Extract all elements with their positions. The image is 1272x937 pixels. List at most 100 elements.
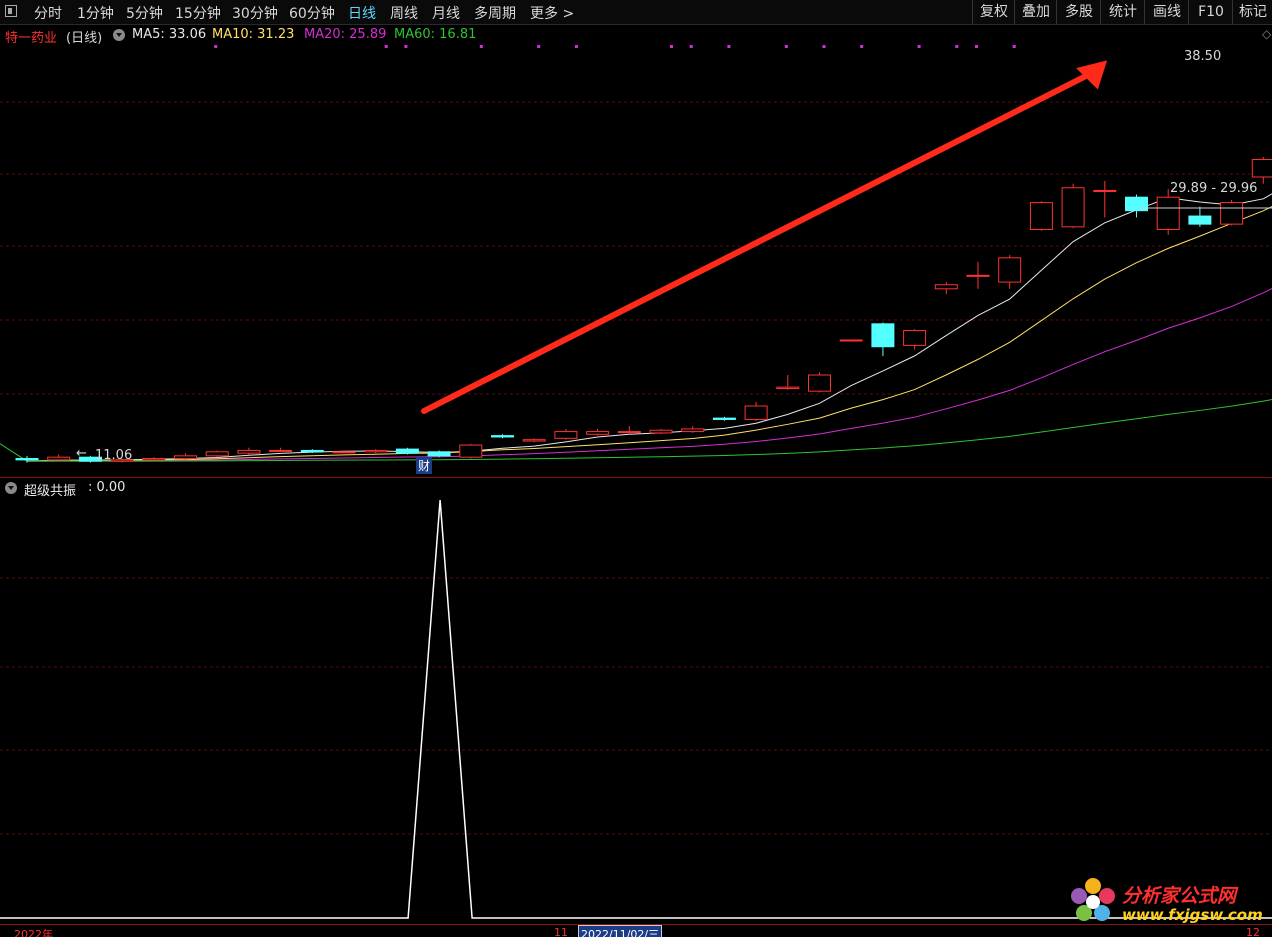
candle-body-up	[364, 449, 388, 453]
window-toggle-icon[interactable]	[5, 5, 17, 17]
candle	[808, 372, 831, 393]
candle-body-up	[459, 444, 483, 458]
candle	[174, 453, 197, 460]
candle	[903, 329, 927, 350]
f10-button[interactable]: F10	[1188, 0, 1233, 24]
candle-body-up	[1029, 202, 1053, 231]
candle-body-up	[681, 428, 705, 433]
signal-marker	[727, 45, 731, 48]
candle-body-up	[554, 431, 578, 439]
candle-body-up	[237, 449, 261, 454]
period-tab-monthly[interactable]: 月线	[432, 3, 460, 23]
ma10-line	[26, 169, 1272, 462]
candle-body-up	[1251, 158, 1272, 178]
candle	[998, 255, 1022, 289]
mark-button[interactable]: 标记	[1232, 0, 1272, 24]
period-tab-daily[interactable]: 日线	[348, 3, 376, 23]
candle	[395, 447, 419, 455]
candle	[459, 443, 483, 459]
candle-body-down	[1125, 196, 1148, 212]
period-tab-weekly[interactable]: 周线	[390, 3, 418, 23]
candle-body-up	[934, 284, 958, 290]
period-tab-fenshi[interactable]: 分时	[34, 3, 62, 23]
signal-marker	[574, 45, 578, 48]
candle-body-up	[332, 451, 356, 454]
finance-event-badge[interactable]: 财	[416, 457, 433, 474]
signal-marker	[384, 45, 388, 48]
candle-body-up	[269, 449, 293, 452]
candle	[966, 261, 990, 289]
signal-marker	[404, 45, 408, 48]
statistics-button[interactable]: 统计	[1100, 0, 1145, 24]
candle-body-up	[649, 429, 673, 434]
overlay-button[interactable]: 叠加	[1014, 0, 1057, 24]
signal-marker	[822, 45, 826, 48]
candle-body-up	[1156, 196, 1180, 231]
candle	[554, 428, 578, 440]
candle-body-up	[586, 431, 610, 435]
indicator-line	[0, 499, 1272, 919]
site-watermark: 分析家公式网 www.fxjgsw.com	[1066, 876, 1266, 928]
candle	[1093, 181, 1117, 218]
candle-body-up	[966, 274, 990, 277]
candle-body-up	[744, 405, 768, 420]
low-price-label: 11.06	[95, 448, 133, 463]
period-tab-5min[interactable]: 5分钟	[126, 3, 163, 23]
period-tab-more[interactable]: 更多 >	[530, 3, 574, 23]
signal-marker	[1012, 45, 1016, 48]
candle	[364, 449, 388, 454]
candle	[491, 434, 514, 439]
candle-body-up	[142, 458, 166, 461]
signal-marker	[955, 45, 959, 48]
candle	[586, 428, 610, 436]
signal-marker	[917, 45, 921, 48]
candle	[522, 438, 546, 443]
candle	[1188, 206, 1212, 227]
candlestick-chart[interactable]	[0, 24, 1272, 476]
candle-body-down	[491, 435, 514, 438]
signal-marker	[214, 45, 218, 48]
candle-body-up	[776, 386, 800, 389]
candle	[205, 450, 229, 458]
candle-body-up	[808, 374, 831, 392]
period-tab-multi[interactable]: 多周期	[474, 3, 516, 23]
signal-marker	[537, 45, 541, 48]
fuquan-button[interactable]: 复权	[972, 0, 1015, 24]
cursor-date-label: 2022/11/02/三	[578, 925, 663, 937]
candle	[712, 416, 736, 421]
axis-year-label: 2022年	[14, 928, 53, 937]
candle	[1251, 156, 1272, 184]
signal-marker	[975, 45, 978, 48]
signal-marker	[670, 45, 673, 48]
candle	[1220, 199, 1244, 226]
draw-line-button[interactable]: 画线	[1144, 0, 1189, 24]
candle-body-up	[522, 439, 546, 442]
period-toolbar: 分时 1分钟 5分钟 15分钟 30分钟 60分钟 日线 周线 月线 多周期 更…	[0, 0, 1272, 25]
signal-marker	[479, 45, 483, 48]
candle	[1125, 194, 1148, 218]
candle-body-up	[47, 456, 71, 461]
candle-body-up	[1220, 202, 1244, 225]
candle-body-up	[617, 431, 641, 434]
candle-body-up	[998, 257, 1022, 283]
ma60-line	[0, 384, 1272, 462]
candle	[681, 426, 705, 433]
period-tab-15min[interactable]: 15分钟	[175, 3, 221, 23]
candle-body-up	[903, 330, 927, 346]
candle-body-down	[871, 323, 895, 348]
axis-month-tick: 11	[554, 926, 568, 937]
period-tab-30min[interactable]: 30分钟	[232, 3, 278, 23]
candle	[934, 282, 958, 295]
candle-body-down	[300, 449, 324, 453]
period-tab-1min[interactable]: 1分钟	[77, 3, 114, 23]
ma5-line	[26, 153, 1272, 462]
candle	[871, 322, 895, 357]
candle-body-down	[427, 451, 451, 457]
candle	[269, 447, 293, 452]
multi-stock-button[interactable]: 多股	[1056, 0, 1101, 24]
indicator-chart[interactable]	[0, 478, 1272, 924]
watermark-url: www.fxjgsw.com	[1122, 906, 1263, 924]
range-price-label: 29.89 - 29.96	[1170, 181, 1258, 196]
period-tab-60min[interactable]: 60分钟	[289, 3, 335, 23]
candle	[1061, 183, 1085, 229]
